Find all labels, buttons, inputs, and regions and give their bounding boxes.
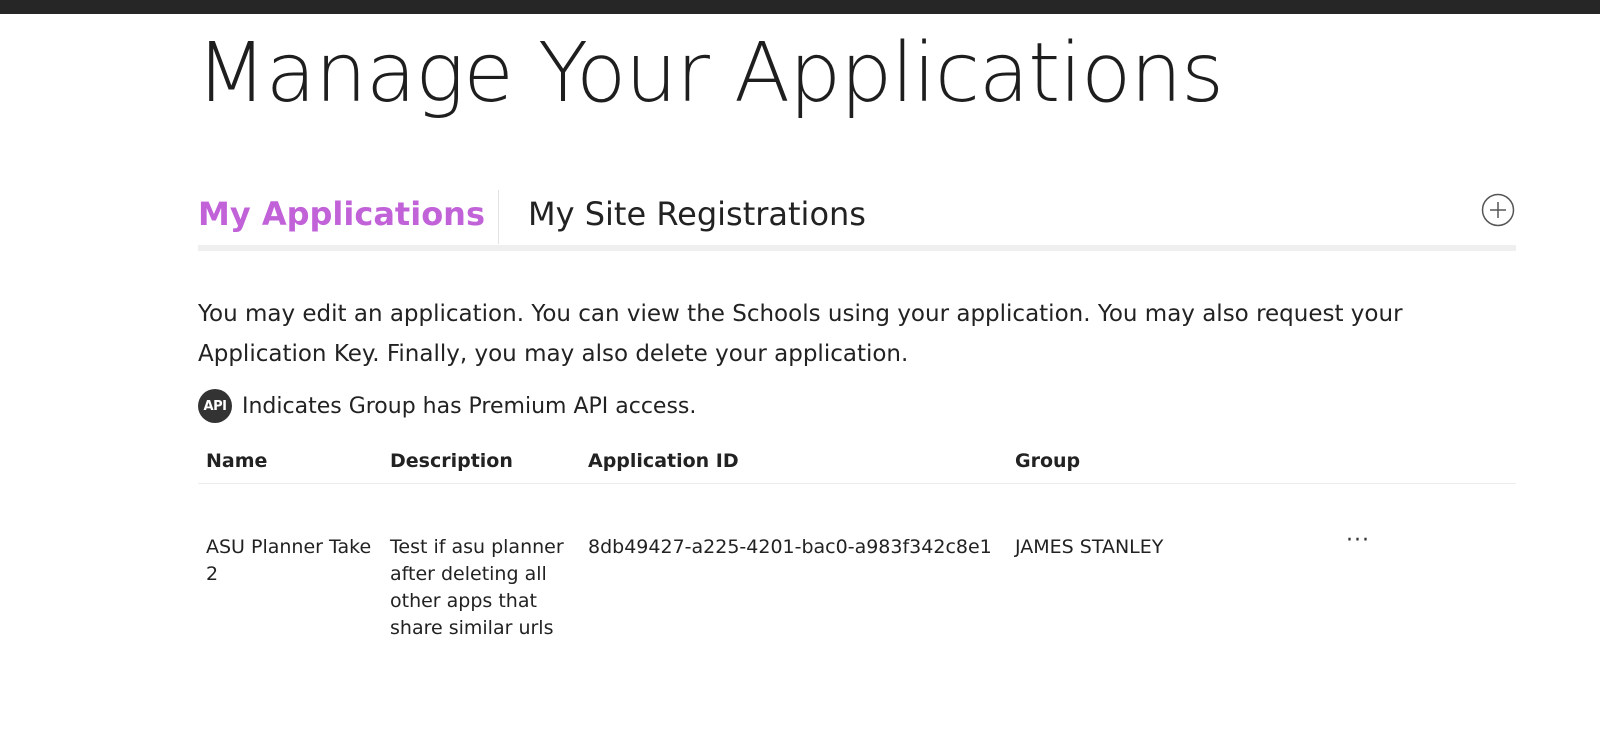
plus-circle-icon [1481, 193, 1515, 227]
ellipsis-icon[interactable]: ··· [1346, 528, 1370, 553]
page-title: Manage Your Applications [196, 26, 1224, 121]
column-header-group: Group [1015, 450, 1081, 472]
column-header-name: Name [206, 450, 268, 472]
api-badge-icon: API [198, 389, 232, 423]
cell-application-id: 8db49427-a225-4201-bac0-a983f342c8e1 [588, 536, 992, 558]
api-legend-text: Indicates Group has Premium API access. [242, 393, 697, 419]
top-bar [0, 0, 1600, 14]
column-header-application-id: Application ID [588, 450, 739, 472]
tab-bar: My Applications My Site Registrations [198, 190, 1516, 244]
table-header-divider [198, 483, 1516, 484]
tab-bar-underline [198, 245, 1516, 251]
add-application-button[interactable] [1481, 193, 1515, 227]
tab-divider [498, 190, 499, 244]
cell-group: JAMES STANLEY [1015, 536, 1164, 558]
api-legend: API Indicates Group has Premium API acce… [198, 388, 696, 424]
tab-my-applications[interactable]: My Applications [198, 190, 485, 242]
column-header-description: Description [390, 450, 513, 472]
cell-description: Test if asu planner after deleting all o… [390, 536, 564, 639]
cell-name: ASU Planner Take 2 [206, 536, 372, 585]
intro-text: You may edit an application. You can vie… [198, 301, 1403, 367]
tab-my-site-registrations[interactable]: My Site Registrations [528, 190, 866, 242]
